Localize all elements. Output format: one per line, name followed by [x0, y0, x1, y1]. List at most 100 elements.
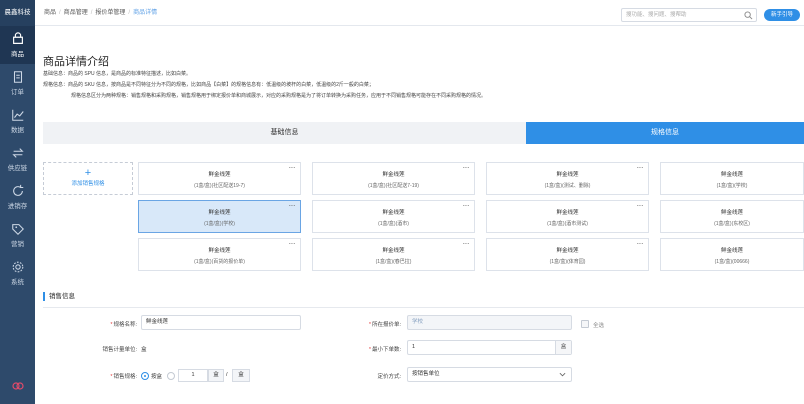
- custom-spec-radio[interactable]: [167, 372, 175, 380]
- document-icon: [11, 70, 25, 84]
- by-box-radio[interactable]: [141, 372, 149, 380]
- swap-icon: [11, 146, 25, 160]
- spec-name: 鲜金线莲: [382, 248, 405, 254]
- spec-card[interactable]: 鲜金线莲 (1盒/盒)(酒市) ···: [312, 200, 475, 233]
- sale-spec-label: *销售规格:: [110, 374, 137, 380]
- spec-card[interactable]: 鲜金线莲 (1盒/盒)(00666): [660, 238, 804, 271]
- spec-card[interactable]: 鲜金线莲 (1盒/盒)(测试、删除) ···: [486, 162, 649, 195]
- page-title: 商品详情介绍: [43, 56, 109, 68]
- divider: [43, 307, 804, 308]
- unit-label: 销售计量单位:: [102, 347, 137, 353]
- spec-name: 鲜金线莲: [208, 172, 231, 178]
- breadcrumb: 商品 / 商品管理 / 报价单管理 / 商品详情: [44, 10, 158, 16]
- min-order-unit: 盒: [555, 341, 571, 354]
- more-icon[interactable]: ···: [289, 239, 296, 248]
- quote-input: 学校: [407, 315, 572, 330]
- sidebar-item-orders[interactable]: 订单: [0, 64, 35, 102]
- search-box: [621, 8, 757, 22]
- tab-basic-info[interactable]: 基础信息: [43, 122, 526, 144]
- sidebar-item-label: 数据: [11, 127, 24, 134]
- spec-name: 鲜金线莲: [720, 248, 743, 254]
- slash-separator: /: [226, 372, 228, 378]
- sidebar-item-system[interactable]: 系统: [0, 254, 35, 292]
- min-order-input[interactable]: 1 盒: [407, 340, 572, 355]
- more-icon[interactable]: ···: [289, 163, 296, 172]
- spec-detail: (1盒/盒)(东校区): [714, 221, 750, 227]
- spec-card[interactable]: 鲜金线莲 (1盒/盒)(体育园) ···: [486, 238, 649, 271]
- spec-card-selected[interactable]: 鲜金线莲 (1盒/盒)(学校) ···: [138, 200, 301, 233]
- sidebar-item-label: 营销: [11, 241, 24, 248]
- spec-card[interactable]: 鲜金线莲 (1盒/盒)(百货的报价单) ···: [138, 238, 301, 271]
- by-box-label: 按盒: [151, 374, 163, 380]
- spec-name: 鲜金线莲: [720, 172, 743, 178]
- spec-name: 鲜金线莲: [382, 210, 405, 216]
- search-input[interactable]: [622, 9, 742, 21]
- sidebar-item-data[interactable]: 数据: [0, 102, 35, 140]
- spec-detail: (1盒/盒)(体育园): [549, 259, 586, 265]
- more-icon[interactable]: ···: [463, 201, 470, 210]
- more-icon[interactable]: ···: [463, 239, 470, 248]
- tab-spec-info[interactable]: 规格信息: [526, 122, 804, 144]
- spec-card[interactable]: 鲜金线莲 (1盒/盒)(春巴拉) ···: [312, 238, 475, 271]
- spec-card[interactable]: 鲜金线莲 (1盒/盒)(学校): [660, 162, 804, 195]
- description-basic: 基础信息：商品的 SPU 信息，是商品的标准特征描述，比如白菜。: [43, 71, 192, 77]
- description-spec: 规格信息：商品的 SKU 信息，按商品是不同特征分为不同的规格，比如商品【白菜】…: [43, 82, 374, 88]
- tag-icon: [11, 222, 25, 236]
- pricing-label: 定价方式:: [377, 374, 401, 380]
- qty-unit: 盒: [208, 369, 224, 382]
- quote-label: *所在报价单:: [368, 322, 401, 328]
- sidebar-item-label: 订单: [11, 89, 24, 96]
- sidebar-item-label: 系统: [11, 279, 24, 286]
- guide-button[interactable]: 新手引导: [764, 9, 800, 21]
- pricing-select[interactable]: 按销售单位: [407, 367, 572, 382]
- box-icon: [11, 32, 25, 46]
- line-chart-icon: [11, 108, 25, 122]
- box-unit-select[interactable]: 盒: [232, 369, 250, 382]
- spec-card[interactable]: 鲜金线莲 (1盒/盒)(社区配送7-19) ···: [312, 162, 475, 195]
- spec-name: 鲜金线莲: [556, 210, 579, 216]
- main-content: 商品详情介绍 基础信息：商品的 SPU 信息，是商品的标准特征描述，比如白菜。 …: [35, 26, 804, 404]
- sidebar-item-supply-chain[interactable]: 供应链: [0, 140, 35, 178]
- sidebar-item-inventory[interactable]: 进销存: [0, 178, 35, 216]
- search-icon[interactable]: [744, 11, 753, 20]
- spec-card[interactable]: 鲜金线莲 (1盒/盒)(社区配送19-7) ···: [138, 162, 301, 195]
- gear-icon: [11, 260, 25, 274]
- pricing-value: 按销售单位: [412, 371, 440, 377]
- description-spec-types: 规格信息区分为两种规格：销售规格和采购规格，销售规格用于绑定报价单和商城展示，对…: [71, 93, 487, 99]
- add-spec-label: 添加销售规格: [71, 181, 105, 187]
- spec-card[interactable]: 鲜金线莲 (1盒/盒)(酒市测试) ···: [486, 200, 649, 233]
- spec-name: 鲜金线莲: [556, 248, 579, 254]
- plus-icon: +: [84, 167, 92, 179]
- brand-logo: 晨鑫科技: [0, 0, 35, 26]
- cycle-icon: [11, 184, 25, 198]
- select-all-label: 全选: [593, 323, 605, 329]
- sidebar-item-goods[interactable]: 商品: [0, 26, 35, 64]
- more-icon[interactable]: ···: [463, 163, 470, 172]
- section-title: 销售信息: [43, 292, 75, 301]
- sidebar-item-marketing[interactable]: 营销: [0, 216, 35, 254]
- spec-name: 鲜金线莲: [720, 210, 743, 216]
- spec-detail: (1盒/盒)(社区配送7-19): [368, 183, 419, 189]
- qty-input[interactable]: 1: [178, 369, 208, 382]
- spec-detail: (1盒/盒)(社区配送19-7): [194, 183, 245, 189]
- unit-value: 盒: [141, 347, 147, 353]
- spec-detail: (1盒/盒)(酒市测试): [547, 221, 588, 227]
- sidebar-item-label: 商品: [11, 51, 24, 58]
- breadcrumb-item[interactable]: 商品: [44, 10, 56, 16]
- more-icon[interactable]: ···: [637, 163, 644, 172]
- more-icon[interactable]: ···: [289, 201, 296, 210]
- more-icon[interactable]: ···: [637, 239, 644, 248]
- spec-card[interactable]: 鲜金线莲 (1盒/盒)(东校区): [660, 200, 804, 233]
- breadcrumb-current: 商品详情: [133, 10, 158, 16]
- breadcrumb-item[interactable]: 商品管理: [64, 10, 88, 16]
- spec-name-label: *规格名称:: [110, 322, 137, 328]
- spec-name: 鲜金线莲: [556, 172, 579, 178]
- select-all-checkbox[interactable]: [581, 320, 589, 328]
- spec-name: 鲜金线莲: [208, 210, 231, 216]
- add-spec-button[interactable]: + 添加销售规格: [43, 162, 133, 195]
- collapse-icon[interactable]: [12, 380, 24, 392]
- breadcrumb-item[interactable]: 报价单管理: [95, 10, 125, 16]
- more-icon[interactable]: ···: [637, 201, 644, 210]
- spec-name-input[interactable]: 鲜金线莲: [141, 315, 301, 330]
- spec-detail: (1盒/盒)(00666): [714, 259, 750, 265]
